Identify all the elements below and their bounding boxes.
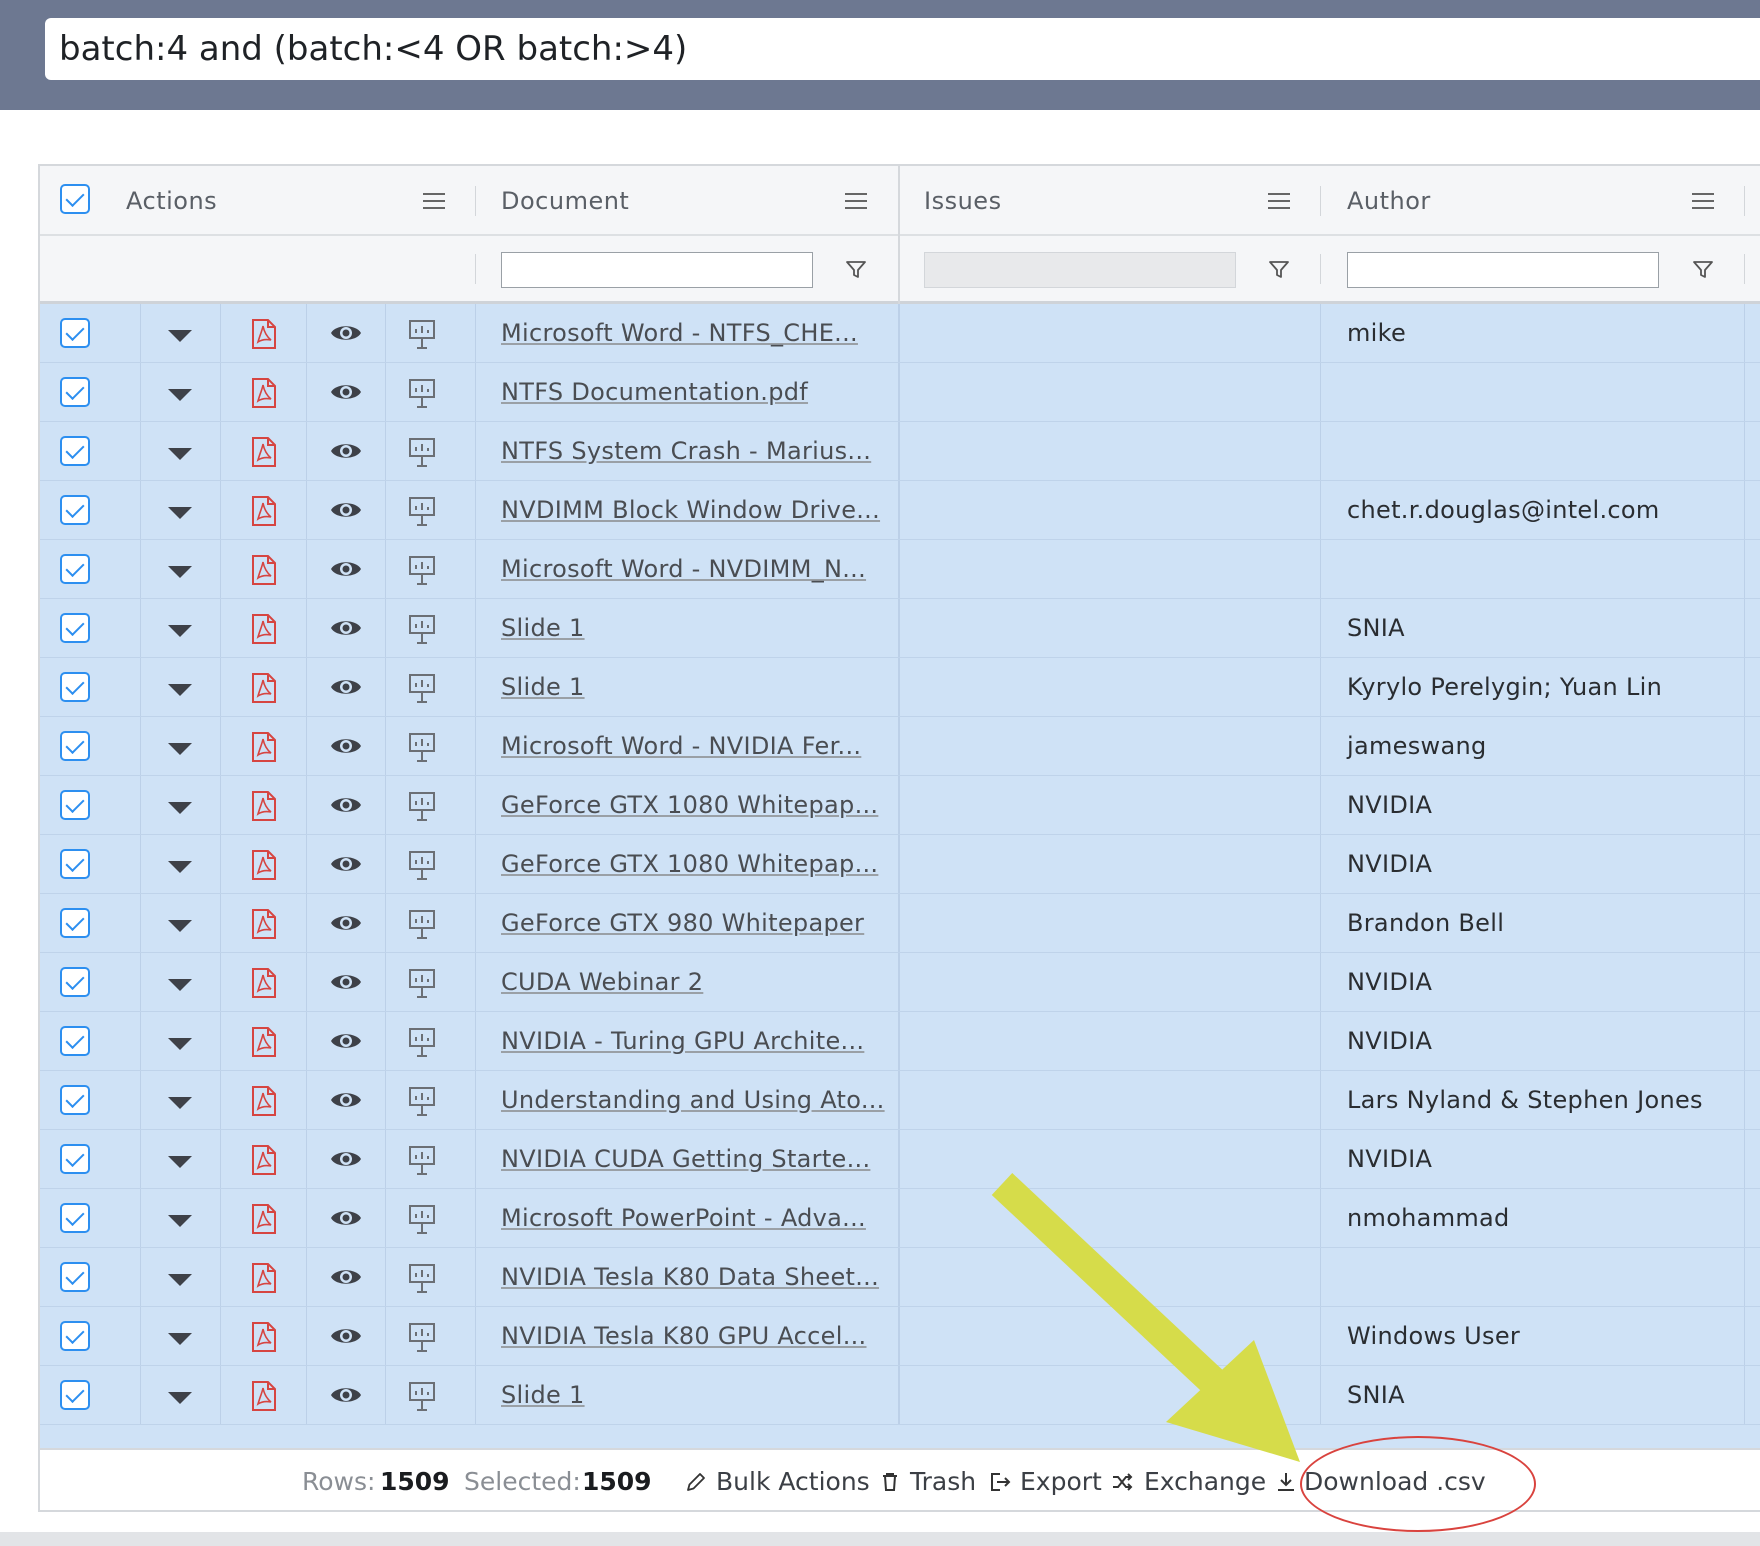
annotation-arrow bbox=[991, 1173, 1300, 1462]
bottom-strip bbox=[0, 1532, 1760, 1546]
annotation-overlay bbox=[991, 1173, 1300, 1462]
annotation-circle bbox=[1300, 1436, 1536, 1532]
